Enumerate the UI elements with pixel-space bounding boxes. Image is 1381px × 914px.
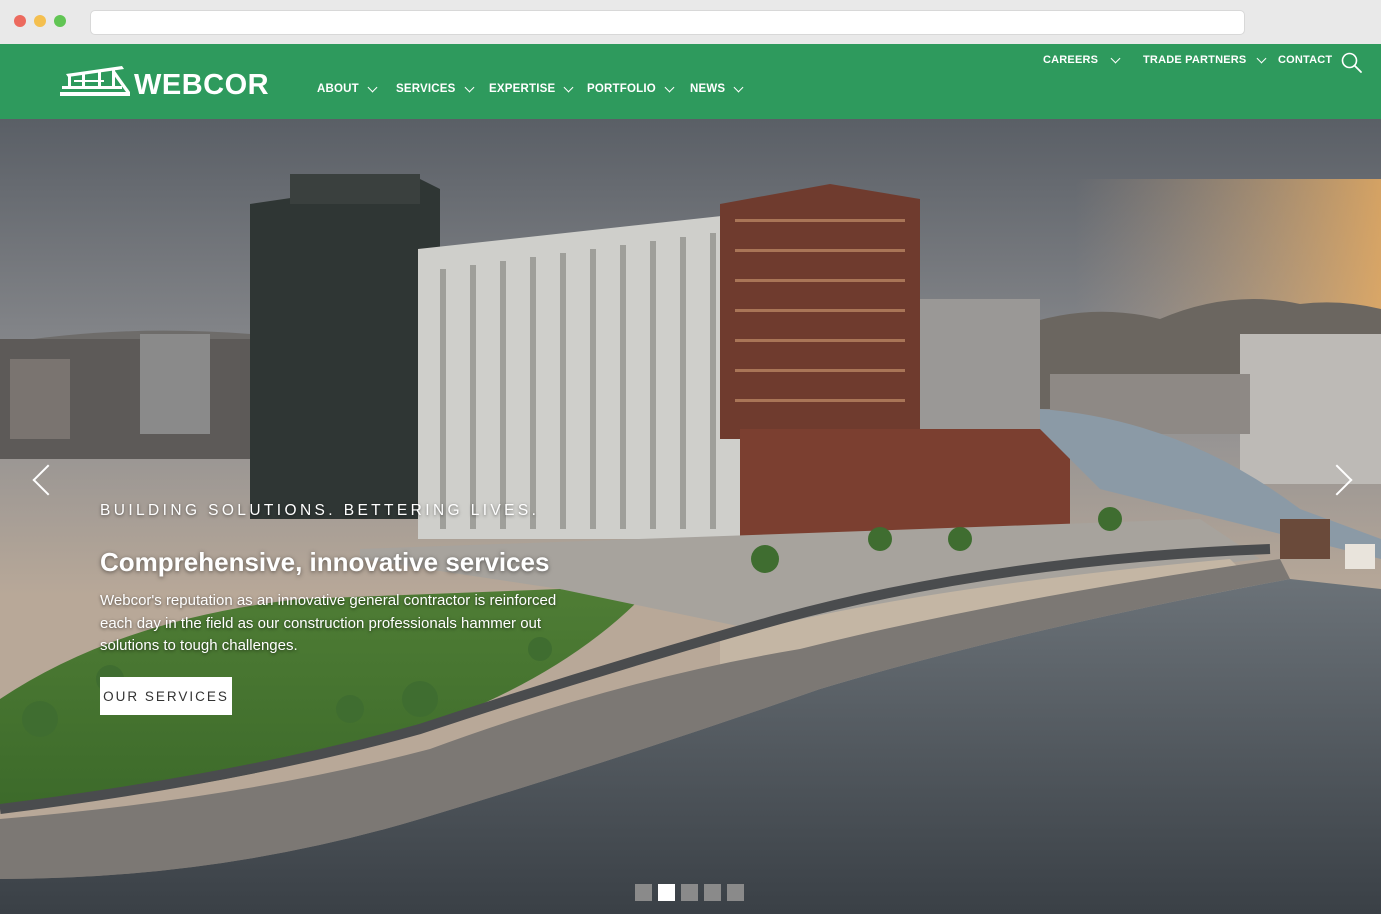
chevron-down-icon — [1256, 53, 1267, 63]
nav-about-label: ABOUT — [317, 83, 359, 95]
slide-dot-3[interactable] — [681, 884, 698, 901]
slide-dot-4[interactable] — [704, 884, 721, 901]
hero-description: Webcor's reputation as an innovative gen… — [100, 592, 557, 654]
slide-dot-2[interactable] — [658, 884, 675, 901]
maximize-dot[interactable] — [54, 15, 66, 27]
nav-trade-partners-label: TRADE PARTNERS — [1143, 54, 1247, 66]
hero-slider: BUILDING SOLUTIONS. BETTERING LIVES. Com… — [0, 119, 1381, 914]
nav-trade-partners[interactable]: TRADE PARTNERS — [1143, 53, 1267, 66]
chevron-down-icon — [733, 82, 744, 92]
chevron-down-icon — [464, 82, 475, 92]
nav-portfolio-label: PORTFOLIO — [587, 83, 656, 95]
nav-about[interactable]: ABOUT — [317, 82, 378, 95]
search-icon[interactable] — [1340, 51, 1364, 75]
nav-news-label: NEWS — [690, 83, 726, 95]
slide-dot-5[interactable] — [727, 884, 744, 901]
nav-expertise-label: EXPERTISE — [489, 83, 556, 95]
address-bar[interactable] — [90, 10, 1245, 35]
site-header: WEBCOR ABOUT SERVICES EXPERTISE PORTFOLI… — [0, 44, 1381, 119]
nav-services[interactable]: SERVICES — [396, 82, 475, 95]
nav-careers[interactable]: CAREERS — [1043, 53, 1121, 66]
nav-portfolio[interactable]: PORTFOLIO — [587, 82, 675, 95]
chevron-down-icon — [1110, 53, 1121, 63]
our-services-button[interactable]: OUR SERVICES — [100, 677, 232, 715]
webcor-logo[interactable]: WEBCOR — [60, 64, 270, 104]
minimize-dot[interactable] — [34, 15, 46, 27]
nav-contact-label: CONTACT — [1278, 54, 1333, 66]
chevron-down-icon — [367, 82, 378, 92]
hero-headline: Comprehensive, innovative services — [100, 547, 550, 577]
slide-dot-1[interactable] — [635, 884, 652, 901]
browser-chrome — [0, 0, 1381, 45]
slider-pagination — [635, 884, 744, 901]
nav-services-label: SERVICES — [396, 83, 456, 95]
chevron-down-icon — [563, 82, 574, 92]
nav-news[interactable]: NEWS — [690, 82, 744, 95]
nav-expertise[interactable]: EXPERTISE — [489, 82, 574, 95]
close-dot[interactable] — [14, 15, 26, 27]
hero-tagline: BUILDING SOLUTIONS. BETTERING LIVES. — [100, 502, 540, 519]
nav-contact[interactable]: CONTACT — [1278, 54, 1332, 66]
crane-logo-icon — [60, 66, 130, 96]
chevron-down-icon — [664, 82, 675, 92]
nav-careers-label: CAREERS — [1043, 54, 1099, 66]
logo-wordmark: WEBCOR — [134, 69, 270, 101]
